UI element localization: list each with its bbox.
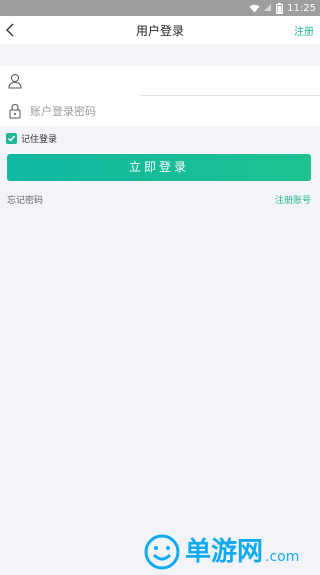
password-input[interactable] [30,101,310,121]
lock-icon [8,103,22,119]
login-form [0,66,320,126]
remember-login[interactable]: 记住登录 [6,131,57,145]
username-input[interactable] [30,71,310,91]
user-icon [8,73,22,89]
battery-icon [276,2,284,14]
password-row [0,96,320,126]
register-account-link[interactable]: 注册账号 [275,193,311,206]
signal-icon [264,4,272,12]
forgot-password-link[interactable]: 忘记密码 [7,193,43,206]
app-header: 用户登录 注册 [0,16,320,44]
login-button[interactable]: 立即登录 [7,154,311,181]
remember-checkbox[interactable] [6,132,17,144]
watermark: 单游网 .com [143,530,318,574]
watermark-suffix: .com [265,549,300,565]
watermark-text: 单游网 [185,537,264,567]
remember-label: 记住登录 [21,134,58,145]
smiley-logo-icon [143,533,181,571]
page-title: 用户登录 [135,24,184,38]
status-bar: 11:25 [0,0,320,16]
clock-time: 11:25 [287,2,316,14]
username-row [0,66,320,96]
wifi-icon [249,4,260,13]
register-link[interactable]: 注册 [294,23,314,38]
